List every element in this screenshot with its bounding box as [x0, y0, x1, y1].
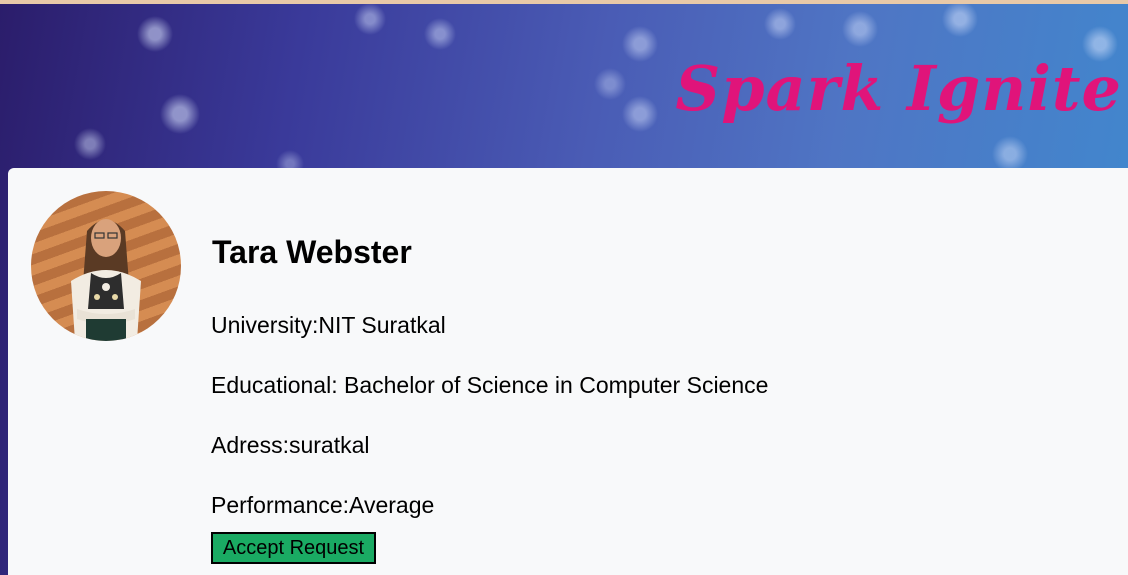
- profile-name: Tara Webster: [212, 234, 412, 270]
- profile-card: Tara Webster University:NIT Suratkal Edu…: [8, 168, 1128, 575]
- person-photo-icon: [71, 219, 141, 341]
- university-field: University:NIT Suratkal: [211, 312, 446, 338]
- profile-avatar: [31, 191, 181, 341]
- brand-logo: Spark Ignite: [675, 52, 1122, 125]
- performance-field: Performance:Average: [211, 492, 435, 518]
- educational-field: Educational: Bachelor of Science in Comp…: [211, 372, 769, 398]
- address-field: Adress:suratkal: [211, 432, 370, 458]
- accept-request-button[interactable]: Accept Request: [211, 532, 376, 564]
